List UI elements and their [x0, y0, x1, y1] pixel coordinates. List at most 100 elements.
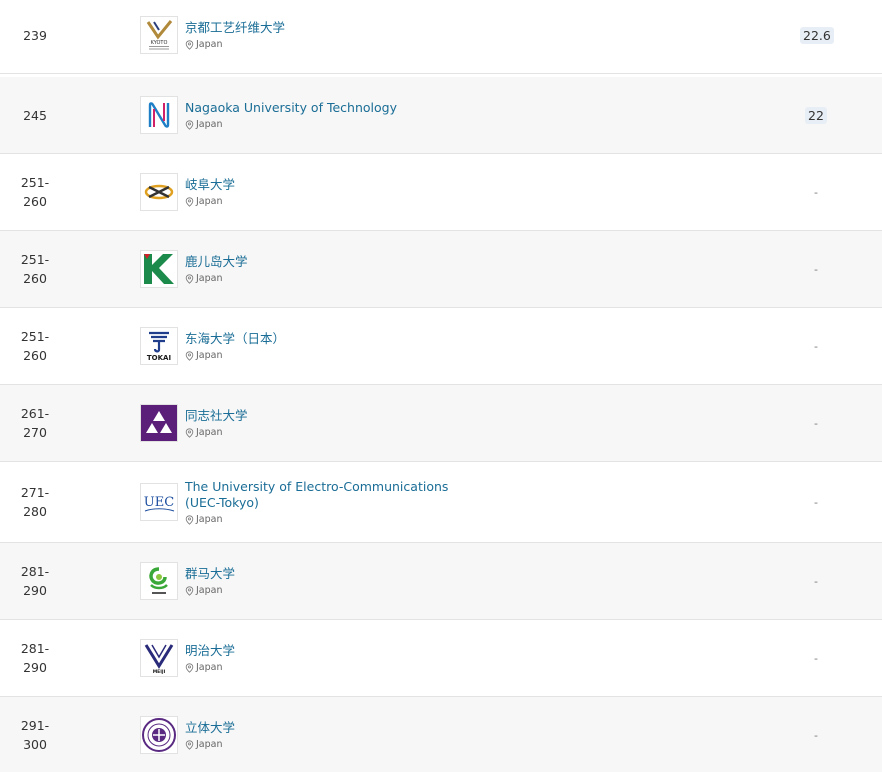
score-cell: - — [814, 416, 818, 430]
score-badge: 22.6 — [800, 26, 834, 44]
score-cell: 22.6 — [800, 26, 834, 44]
location: Japan — [185, 739, 455, 750]
location-pin-icon — [185, 350, 194, 361]
uec-logo-icon: UEC — [144, 495, 174, 512]
location-text: Japan — [196, 39, 223, 50]
location-pin-icon — [185, 514, 194, 525]
score-cell: - — [814, 185, 818, 199]
rikkyo-logo[interactable] — [140, 716, 178, 754]
location-text: Japan — [196, 585, 223, 596]
institution-name-link[interactable]: 群马大学 — [185, 566, 455, 582]
nagaoka-logo[interactable] — [140, 96, 178, 134]
institution-name-link[interactable]: Nagaoka University of Technology — [185, 100, 455, 116]
institution-info: 东海大学（日本） Japan — [185, 331, 455, 361]
kagoshima-logo[interactable] — [140, 250, 178, 288]
rank-cell: 271- 280 — [20, 485, 50, 519]
location: Japan — [185, 662, 455, 673]
rikkyo-logo-icon — [142, 718, 176, 752]
rank-cell: 245 — [23, 107, 47, 123]
table-row: 245 Nagaoka University of Technology Jap… — [0, 77, 882, 154]
institution-info: 群马大学 Japan — [185, 566, 455, 596]
location: Japan — [185, 119, 455, 130]
institution-info: 岐阜大学 Japan — [185, 177, 455, 207]
gunma-logo[interactable] — [140, 562, 178, 600]
location-pin-icon — [185, 196, 194, 207]
nagaoka-logo-icon — [148, 102, 170, 128]
kagoshima-logo-icon — [141, 251, 177, 287]
location-pin-icon — [185, 585, 194, 596]
meiji-logo-icon: MEIJI — [144, 644, 174, 675]
table-row: 261- 270 同志社大学 Japan - — [0, 385, 882, 462]
institution-name-link[interactable]: 明治大学 — [185, 643, 455, 659]
institution-info: The University of Electro-Communications… — [185, 479, 455, 525]
institution-name-link[interactable]: 岐阜大学 — [185, 177, 455, 193]
location: Japan — [185, 514, 455, 525]
gifu-logo[interactable] — [140, 173, 178, 211]
institution-info: 明治大学 Japan — [185, 643, 455, 673]
score-cell: 22 — [800, 106, 832, 124]
location-pin-icon — [185, 119, 194, 130]
location-pin-icon — [185, 427, 194, 438]
location-text: Japan — [196, 350, 223, 361]
uec-logo[interactable]: UEC — [140, 483, 178, 521]
location-text: Japan — [196, 196, 223, 207]
location-text: Japan — [196, 119, 223, 130]
institution-name-link[interactable]: 同志社大学 — [185, 408, 455, 424]
uec-logo-text: UEC — [144, 495, 174, 510]
table-row: 271- 280 UEC The University of Electro-C… — [0, 462, 882, 543]
institution-info: 京都工艺纤维大学 Japan — [185, 20, 455, 50]
location-pin-icon — [185, 739, 194, 750]
location: Japan — [185, 273, 455, 284]
table-row: 251- 260 鹿儿岛大学 Japan - — [0, 231, 882, 308]
score-cell: - — [814, 651, 818, 665]
location-pin-icon — [185, 662, 194, 673]
location-text: Japan — [196, 427, 223, 438]
institution-info: 鹿儿岛大学 Japan — [185, 254, 455, 284]
table-row: 281- 290 群马大学 Japan - — [0, 543, 882, 620]
location-text: Japan — [196, 739, 223, 750]
score-cell: - — [814, 339, 818, 353]
institution-name-link[interactable]: 鹿儿岛大学 — [185, 254, 455, 270]
table-row: 251- 260 TOKAI 东海大学（日本） Japan - — [0, 308, 882, 385]
location-text: Japan — [196, 662, 223, 673]
institution-name-link[interactable]: The University of Electro-Communications… — [185, 479, 455, 511]
kyoto-logo-text: KYOTO — [151, 40, 168, 46]
location: Japan — [185, 585, 455, 596]
location-text: Japan — [196, 273, 223, 284]
tokai-logo-icon: TOKAI — [147, 331, 171, 362]
meiji-logo-text: MEIJI — [153, 669, 166, 675]
table-row: 239 KYOTO 京都工艺纤维大学 Japan 22.6 — [0, 0, 882, 74]
gunma-logo-icon — [149, 567, 168, 594]
meiji-logo[interactable]: MEIJI — [140, 639, 178, 677]
rank-cell: 239 — [23, 27, 47, 43]
tokai-logo-text: TOKAI — [147, 354, 171, 362]
institution-info: Nagaoka University of Technology Japan — [185, 100, 455, 130]
rank-cell: 251- 260 — [20, 252, 50, 286]
location: Japan — [185, 39, 455, 50]
institution-name-link[interactable]: 东海大学（日本） — [185, 331, 455, 347]
score-badge: 22 — [805, 106, 827, 124]
institution-name-link[interactable]: 京都工艺纤维大学 — [185, 20, 455, 36]
location-pin-icon — [185, 273, 194, 284]
location-text: Japan — [196, 514, 223, 525]
location: Japan — [185, 350, 455, 361]
score-cell: - — [814, 262, 818, 276]
table-row: 281- 290 MEIJI 明治大学 Japan - — [0, 620, 882, 697]
kyoto-it-logo-icon: KYOTO — [146, 20, 173, 50]
gifu-logo-icon — [144, 184, 174, 200]
score-cell: - — [814, 728, 818, 742]
score-cell: - — [814, 574, 818, 588]
institution-name-link[interactable]: 立体大学 — [185, 720, 455, 736]
tokai-logo[interactable]: TOKAI — [140, 327, 178, 365]
institution-info: 同志社大学 Japan — [185, 408, 455, 438]
location-pin-icon — [185, 39, 194, 50]
location: Japan — [185, 196, 455, 207]
kyoto-it-logo[interactable]: KYOTO — [140, 16, 178, 54]
doshisha-logo[interactable] — [140, 404, 178, 442]
table-row: 291- 300 立体大学 Japan - — [0, 697, 882, 772]
ranking-table: 239 KYOTO 京都工艺纤维大学 Japan 22.6 245 Nagaok… — [0, 0, 882, 772]
score-cell: - — [814, 495, 818, 509]
rank-cell: 251- 260 — [20, 329, 50, 363]
location: Japan — [185, 427, 455, 438]
table-row: 251- 260 岐阜大学 Japan - — [0, 154, 882, 231]
